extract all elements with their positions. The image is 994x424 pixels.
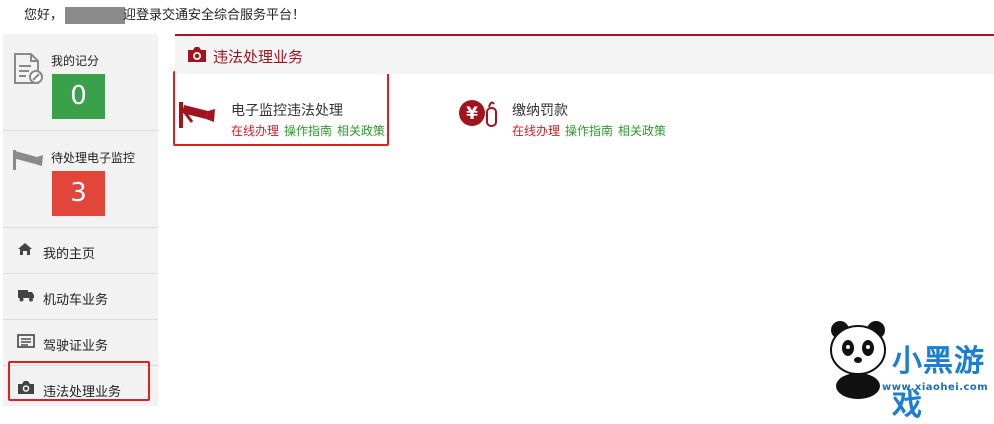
redacted-username bbox=[65, 7, 126, 24]
truck-icon bbox=[18, 290, 34, 302]
greeting-suffix: 迎登录交通安全综合服务平台！ bbox=[123, 8, 306, 23]
nav-license-label: 驾驶证业务 bbox=[43, 339, 109, 354]
svg-text:¥: ¥ bbox=[466, 104, 478, 124]
home-icon bbox=[18, 243, 32, 255]
nav-home-label: 我的主页 bbox=[43, 247, 96, 262]
greeting-prefix: 您好， bbox=[24, 8, 64, 23]
link-online-handle[interactable]: 在线办理 bbox=[231, 124, 279, 138]
service-pay-fine[interactable]: ¥ 缴纳罚款 在线办理 操作指南 相关政策 bbox=[458, 100, 678, 150]
service-pay-fine-links: 在线办理 操作指南 相关政策 bbox=[512, 122, 671, 139]
document-edit-icon bbox=[14, 53, 43, 84]
sidebar: 我的记分 0 待处理电子监控 3 我的主页 机动车业务 驾驶证业务 违法处理业务 bbox=[3, 34, 158, 406]
panel-title: 违法处理业务 bbox=[213, 48, 304, 66]
watermark-brand: 小黑游戏 bbox=[892, 344, 985, 423]
pending-surveillance-card[interactable]: 待处理电子监控 3 bbox=[3, 131, 158, 228]
link-guide[interactable]: 操作指南 bbox=[284, 124, 332, 138]
watermark-url: www.xiaohei.com bbox=[882, 382, 989, 393]
link-guide[interactable]: 操作指南 bbox=[565, 124, 613, 138]
service-surveillance[interactable]: 电子监控违法处理 在线办理 操作指南 相关政策 bbox=[177, 100, 387, 150]
points-label: 我的记分 bbox=[51, 54, 100, 68]
nav-vehicle[interactable]: 机动车业务 bbox=[3, 274, 158, 320]
camera-icon bbox=[188, 47, 206, 62]
service-surveillance-name: 电子监控违法处理 bbox=[231, 103, 343, 119]
license-card-icon bbox=[17, 334, 35, 348]
highlight-nav-violation bbox=[8, 361, 150, 401]
points-value[interactable]: 0 bbox=[52, 74, 105, 119]
link-policy[interactable]: 相关政策 bbox=[618, 124, 666, 138]
pending-surveillance-value[interactable]: 3 bbox=[52, 171, 105, 216]
greeting-text: 您好， 迎登录交通安全综合服务平台！ bbox=[24, 4, 305, 24]
link-online-handle[interactable]: 在线办理 bbox=[512, 124, 560, 138]
camera-surveillance-icon bbox=[13, 150, 43, 170]
points-card[interactable]: 我的记分 0 bbox=[3, 34, 158, 131]
nav-home[interactable]: 我的主页 bbox=[3, 228, 158, 274]
nav-license[interactable]: 驾驶证业务 bbox=[3, 320, 158, 366]
yuan-payment-icon: ¥ bbox=[459, 100, 497, 127]
panel-header: 违法处理业务 bbox=[175, 34, 994, 74]
service-pay-fine-name: 缴纳罚款 bbox=[512, 103, 568, 119]
surveillance-camera-icon bbox=[179, 102, 215, 128]
nav-vehicle-label: 机动车业务 bbox=[43, 293, 109, 308]
pending-surveillance-label: 待处理电子监控 bbox=[51, 151, 136, 165]
watermark: 小黑游戏 www.xiaohei.com bbox=[794, 296, 994, 423]
service-surveillance-links: 在线办理 操作指南 相关政策 bbox=[231, 122, 390, 139]
link-policy[interactable]: 相关政策 bbox=[337, 124, 385, 138]
